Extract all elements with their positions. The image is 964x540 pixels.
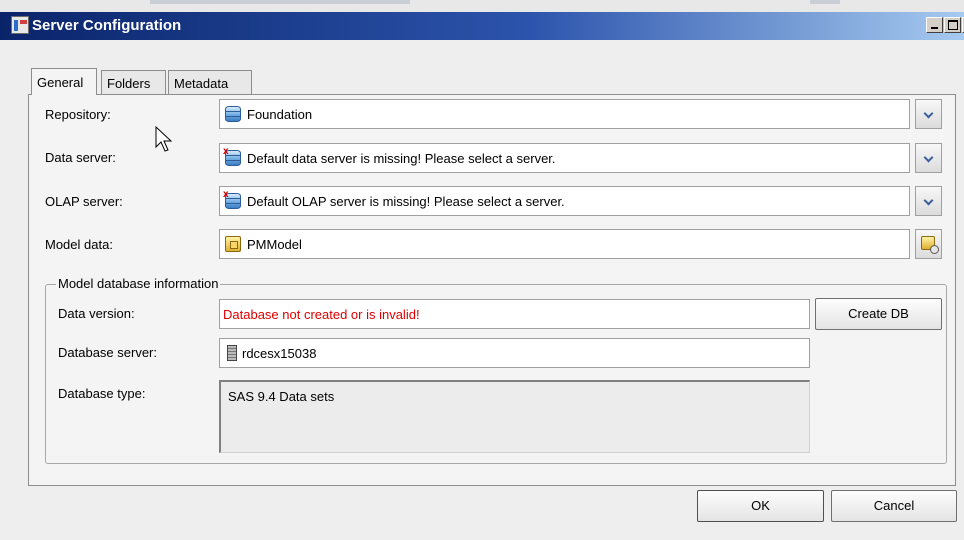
data-server-dropdown-button[interactable] [915,143,942,173]
mouse-cursor-icon [155,126,173,152]
minimize-button[interactable] [926,17,943,33]
model-icon [225,236,241,252]
olap-server-label: OLAP server: [45,194,123,209]
database-server-label: Database server: [58,345,157,360]
data-server-label: Data server: [45,150,116,165]
tab-folders[interactable]: Folders [101,70,166,95]
data-version-label: Data version: [58,306,135,321]
background-window-strip [0,0,964,12]
repository-dropdown-button[interactable] [915,99,942,129]
create-db-button[interactable]: Create DB [815,298,942,330]
database-type-field: SAS 9.4 Data sets [219,380,810,453]
minimize-icon [931,27,938,29]
model-data-browse-button[interactable] [915,229,942,259]
ok-button[interactable]: OK [697,490,824,522]
data-server-field[interactable]: x Default data server is missing! Please… [219,143,910,173]
maximize-icon [948,20,958,30]
maximize-button[interactable] [944,17,961,33]
cancel-button[interactable]: Cancel [831,490,957,522]
database-server-field: rdcesx15038 [219,338,810,368]
repository-label: Repository: [45,107,111,122]
title-bar[interactable]: Server Configuration [0,12,964,40]
data-version-field: Database not created or is invalid! [219,299,810,329]
repository-field[interactable]: Foundation [219,99,910,129]
model-data-label: Model data: [45,237,113,252]
window-title: Server Configuration [32,17,182,34]
olap-server-dropdown-button[interactable] [915,186,942,216]
model-database-legend: Model database information [56,276,221,291]
server-icon [227,345,237,361]
olap-server-field[interactable]: x Default OLAP server is missing! Please… [219,186,910,216]
database-error-icon: x [223,147,241,166]
app-icon [11,16,29,34]
database-type-label: Database type: [58,386,146,401]
database-error-icon: x [223,190,241,209]
database-icon [225,106,241,122]
tab-general[interactable]: General [31,68,97,95]
tab-metadata[interactable]: Metadata [168,70,252,95]
model-data-field[interactable]: PMModel [219,229,910,259]
